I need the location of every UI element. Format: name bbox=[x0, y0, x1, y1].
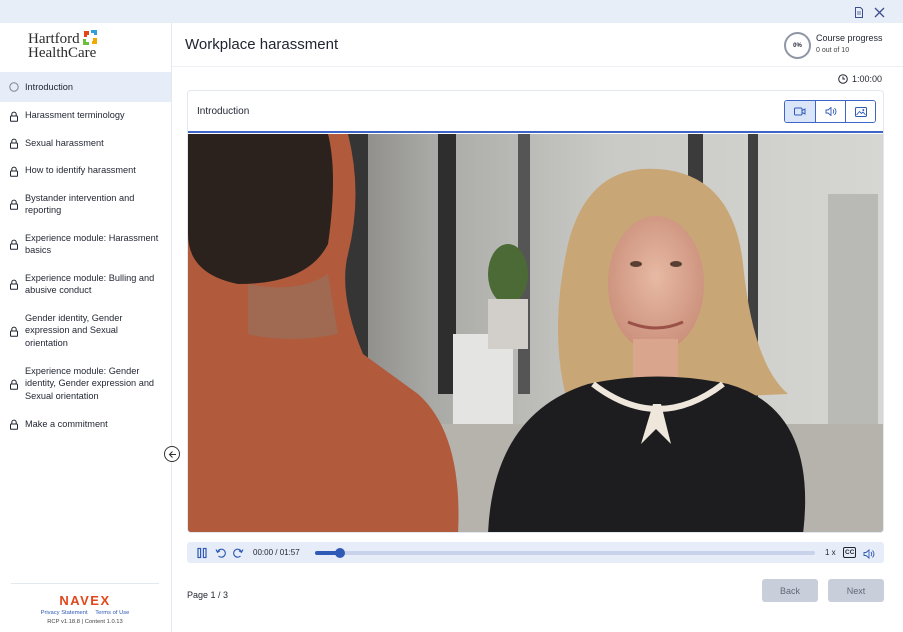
sidebar-footer: NAVEX Privacy Statement Terms of Use RCP… bbox=[11, 583, 159, 625]
lock-icon bbox=[9, 239, 19, 250]
course-header: Workplace harassment 0% Course progress … bbox=[172, 23, 903, 67]
nav-item-label: Experience module: Gender identity, Gend… bbox=[25, 365, 155, 401]
rewind-button[interactable] bbox=[215, 546, 227, 558]
lock-icon bbox=[9, 419, 19, 430]
document-icon[interactable] bbox=[851, 4, 867, 20]
progress-count: 0 out of 10 bbox=[816, 47, 850, 54]
volume-icon bbox=[863, 549, 875, 559]
back-button[interactable]: Back bbox=[762, 579, 818, 602]
nav-item-label: Experience module: Bulling and abusive c… bbox=[25, 272, 155, 296]
video-mode-button[interactable] bbox=[785, 101, 815, 122]
lesson-title: Introduction bbox=[197, 106, 250, 117]
lock-icon bbox=[9, 279, 19, 290]
arrow-left-icon bbox=[168, 450, 176, 458]
nav-item[interactable]: Bystander intervention and reporting bbox=[0, 184, 171, 224]
audio-mode-button[interactable] bbox=[815, 101, 845, 122]
nav-item[interactable]: Introduction bbox=[0, 72, 171, 102]
footer-links: Privacy Statement Terms of Use bbox=[11, 610, 159, 616]
nav-item-label: Experience module: Harassment basics bbox=[25, 232, 159, 256]
nav-item[interactable]: Gender identity, Gender expression and S… bbox=[0, 304, 171, 357]
nav-item-label: Sexual harassment bbox=[25, 137, 104, 148]
logo-mark-icon bbox=[83, 30, 97, 45]
video-icon bbox=[794, 107, 806, 116]
nav-item[interactable]: Sexual harassment bbox=[0, 129, 171, 157]
nav-item-label: Bystander intervention and reporting bbox=[25, 192, 135, 216]
nav-item-label: How to identify harassment bbox=[25, 165, 136, 176]
nav-item-label: Introduction bbox=[25, 81, 74, 92]
sidebar: Hartford HealthCare Introduction Harassme… bbox=[0, 23, 172, 632]
module-nav: Introduction Harassment terminology Sexual… bbox=[0, 72, 171, 438]
video-controls: 00:00 / 01:57 1 x CC bbox=[187, 542, 884, 563]
nav-item[interactable]: Harassment terminology bbox=[0, 102, 171, 129]
nav-item[interactable]: Experience module: Bulling and abusive c… bbox=[0, 264, 171, 304]
volume-button[interactable] bbox=[863, 546, 875, 559]
logo-line2: HealthCare bbox=[28, 45, 97, 61]
status-circle-icon bbox=[9, 82, 19, 92]
terms-link[interactable]: Terms of Use bbox=[95, 610, 129, 616]
lesson-card-header: Introduction bbox=[188, 91, 883, 133]
closed-captions-button[interactable]: CC bbox=[843, 547, 857, 558]
nav-item-label: Gender identity, Gender expression and S… bbox=[25, 312, 123, 348]
hartford-healthcare-logo: Hartford HealthCare bbox=[28, 30, 158, 69]
clock-icon bbox=[838, 74, 848, 84]
nav-item-label: Make a commitment bbox=[25, 418, 108, 429]
pause-button[interactable] bbox=[196, 546, 208, 559]
version-info: RCP v1.18.8 | Content 1.0.13 bbox=[47, 619, 123, 625]
page-title: Workplace harassment bbox=[185, 36, 339, 53]
video-still-image bbox=[188, 134, 883, 532]
media-mode-toggle bbox=[784, 100, 876, 123]
lock-icon bbox=[9, 166, 19, 177]
lock-icon bbox=[9, 199, 19, 210]
progress-ring: 0% bbox=[784, 32, 811, 59]
forward-icon bbox=[233, 548, 244, 558]
image-mode-button[interactable] bbox=[845, 101, 875, 122]
navex-logo: NAVEX bbox=[59, 593, 111, 608]
progress-percent: 0% bbox=[793, 42, 802, 49]
forward-button[interactable] bbox=[232, 546, 244, 558]
audio-icon bbox=[825, 107, 836, 116]
timer-value: 1:00:00 bbox=[852, 74, 883, 84]
top-bar bbox=[0, 0, 903, 23]
privacy-link[interactable]: Privacy Statement bbox=[41, 610, 88, 616]
lock-icon bbox=[9, 138, 19, 149]
seek-bar[interactable] bbox=[315, 548, 815, 558]
rewind-icon bbox=[215, 548, 226, 558]
seek-handle[interactable] bbox=[335, 548, 345, 558]
lock-icon bbox=[9, 379, 19, 390]
lesson-card: Introduction bbox=[187, 90, 884, 533]
course-timer: 1:00:00 bbox=[838, 74, 882, 84]
nav-item[interactable]: How to identify harassment bbox=[0, 157, 171, 184]
nav-item[interactable]: Make a commitment bbox=[0, 410, 171, 438]
nav-item[interactable]: Experience module: Gender identity, Gend… bbox=[0, 357, 171, 410]
lock-icon bbox=[9, 111, 19, 122]
playback-speed-button[interactable]: 1 x bbox=[825, 548, 836, 557]
image-icon bbox=[854, 106, 867, 117]
nav-item-label: Harassment terminology bbox=[25, 110, 125, 121]
progress-label: Course progress bbox=[816, 33, 883, 43]
lock-icon bbox=[9, 326, 19, 337]
pause-icon bbox=[197, 547, 207, 559]
close-icon[interactable] bbox=[871, 4, 887, 20]
collapse-sidebar-button[interactable] bbox=[164, 446, 180, 462]
nav-item[interactable]: Experience module: Harassment basics bbox=[0, 224, 171, 264]
video-frame[interactable] bbox=[188, 134, 883, 532]
next-button[interactable]: Next bbox=[828, 579, 884, 602]
playback-time: 00:00 / 01:57 bbox=[253, 548, 300, 557]
page-indicator: Page 1 / 3 bbox=[187, 590, 229, 600]
